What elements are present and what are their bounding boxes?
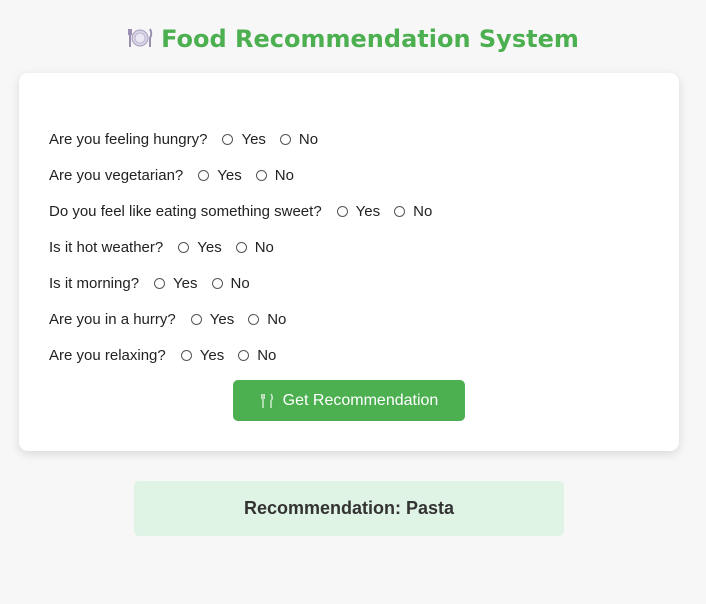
option-label: Yes <box>199 346 225 364</box>
plate-icon <box>127 25 153 51</box>
option-label: Yes <box>209 310 235 328</box>
question-row: Are you relaxing? Yes No <box>49 337 446 373</box>
question-row: Is it morning? Yes No <box>49 265 446 301</box>
radio-button-yes[interactable] <box>178 241 190 253</box>
radio-button-no[interactable] <box>279 133 291 145</box>
option-no[interactable]: No <box>394 203 432 220</box>
option-no[interactable]: No <box>238 347 276 364</box>
option-yes[interactable]: Yes <box>336 202 381 220</box>
radio-button-yes[interactable] <box>190 313 202 325</box>
option-label: No <box>298 130 319 148</box>
option-no[interactable]: No <box>279 130 319 148</box>
option-label: No <box>257 346 277 364</box>
question-label: Are you in a hurry? <box>49 310 176 328</box>
radio-button-no[interactable] <box>211 277 223 289</box>
option-label: No <box>267 310 287 328</box>
option-yes[interactable]: Yes <box>180 346 225 364</box>
question-label: Do you feel like eating something sweet? <box>49 202 322 220</box>
option-yes[interactable]: Yes <box>198 166 242 184</box>
question-label: Is it hot weather? <box>49 238 164 256</box>
option-label: Yes <box>241 130 266 148</box>
question-label: Are you feeling hungry? <box>49 130 208 148</box>
get-recommendation-label: Get Recommendation <box>282 391 439 409</box>
option-label: No <box>413 202 433 220</box>
option-label: No <box>274 166 294 184</box>
option-no[interactable]: No <box>211 274 250 292</box>
option-label: Yes <box>355 202 381 220</box>
option-label: No <box>230 274 250 292</box>
option-yes[interactable]: Yes <box>190 310 235 328</box>
recommendation-result: Recommendation: Pasta <box>134 481 564 536</box>
question-row: Are you in a hurry? Yes No <box>49 301 446 337</box>
option-no[interactable]: No <box>235 238 274 256</box>
page-title: Food Recommendation System <box>0 22 706 56</box>
question-card: Are you feeling hungry? Yes No Are you vege… <box>19 73 679 451</box>
option-yes[interactable]: Yes <box>154 274 198 292</box>
question-row: Do you feel like eating something sweet?… <box>49 193 446 229</box>
page-title-text: Food Recommendation System <box>161 25 579 53</box>
radio-button-no[interactable] <box>248 313 260 325</box>
recommendation-text: Recommendation: Pasta <box>243 498 455 518</box>
option-label: Yes <box>217 166 242 184</box>
fork-knife-icon <box>260 393 274 409</box>
question-list: Are you feeling hungry? Yes No Are you vege… <box>49 121 446 373</box>
option-label: No <box>254 238 274 256</box>
option-yes[interactable]: Yes <box>178 238 222 256</box>
question-label: Is it morning? <box>49 274 140 292</box>
option-label: Yes <box>173 274 198 292</box>
radio-button-no[interactable] <box>238 349 250 361</box>
radio-button-yes[interactable] <box>336 205 348 217</box>
radio-button-yes[interactable] <box>180 349 192 361</box>
question-label: Are you relaxing? <box>49 346 166 364</box>
radio-button-yes[interactable] <box>154 277 166 289</box>
option-no[interactable]: No <box>255 166 294 184</box>
radio-button-no[interactable] <box>235 241 247 253</box>
question-row: Are you feeling hungry? Yes No <box>49 121 446 157</box>
question-row: Is it hot weather? Yes No <box>49 229 446 265</box>
radio-button-yes[interactable] <box>198 169 210 181</box>
option-no[interactable]: No <box>248 311 286 328</box>
option-label: Yes <box>197 238 222 256</box>
question-row: Are you vegetarian? Yes No <box>49 157 446 193</box>
question-label: Are you vegetarian? <box>49 166 184 184</box>
radio-button-yes[interactable] <box>222 133 234 145</box>
get-recommendation-button[interactable]: Get Recommendation <box>233 380 465 421</box>
radio-button-no[interactable] <box>394 205 406 217</box>
radio-button-no[interactable] <box>255 169 267 181</box>
option-yes[interactable]: Yes <box>222 130 266 148</box>
